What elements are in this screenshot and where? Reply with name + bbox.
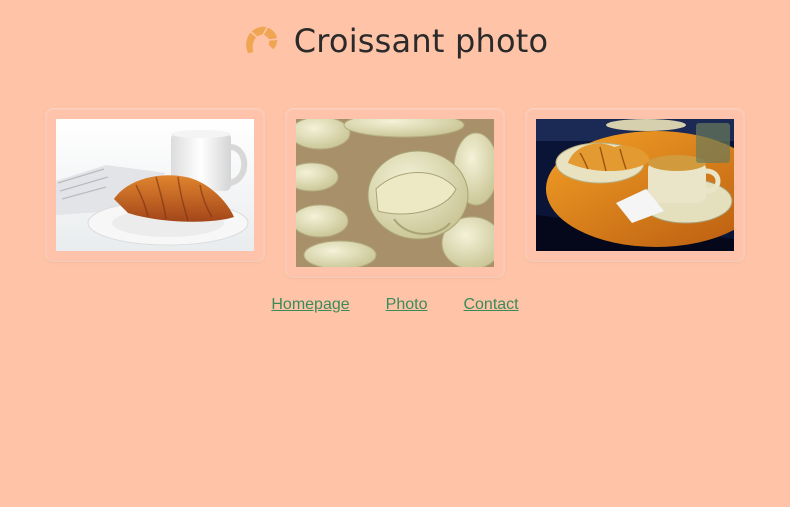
page-title: Croissant photo <box>293 22 549 60</box>
croissant-coffee-photo[interactable] <box>536 119 734 251</box>
croissant-icon <box>244 25 279 56</box>
photo-card[interactable] <box>527 110 743 260</box>
croissant-plate-photo[interactable] <box>56 119 254 251</box>
photo-gallery <box>0 110 790 280</box>
photo-card[interactable] <box>287 110 503 276</box>
page-header: Croissant photo <box>0 22 790 60</box>
nav-link-homepage[interactable]: Homepage <box>271 296 349 314</box>
photo-card[interactable] <box>47 110 263 260</box>
nav-link-photo[interactable]: Photo <box>386 296 428 314</box>
croissant-dough-photo[interactable] <box>296 119 494 267</box>
main-nav: Homepage Photo Contact <box>0 296 790 314</box>
nav-link-contact[interactable]: Contact <box>463 296 518 314</box>
